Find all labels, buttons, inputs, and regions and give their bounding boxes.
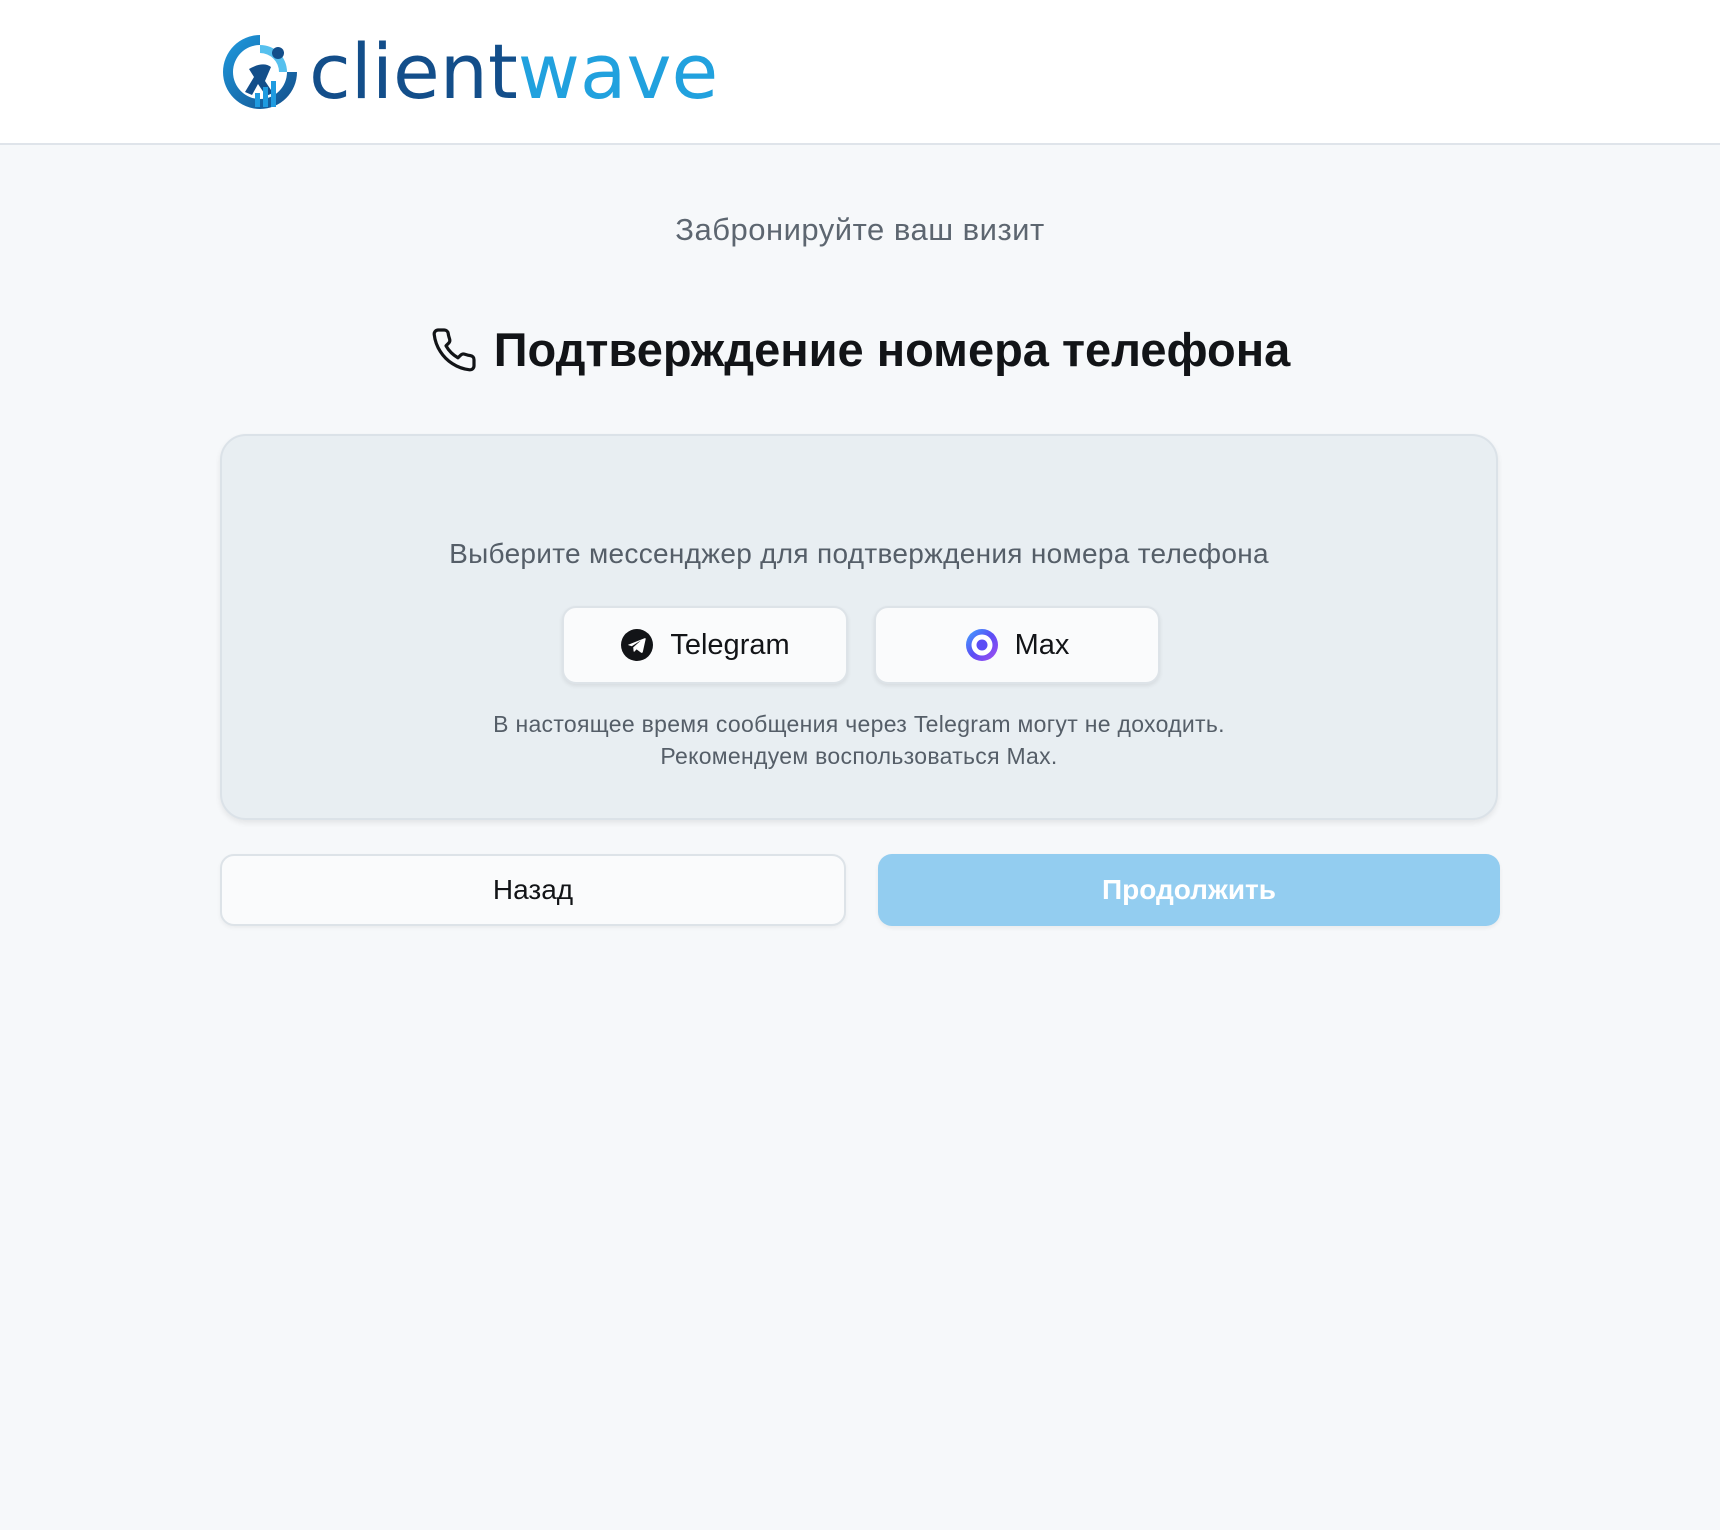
brand-name-part1: client <box>309 27 518 116</box>
phone-icon <box>432 327 476 371</box>
max-icon <box>965 629 998 661</box>
header: clientwave <box>0 0 1720 145</box>
page-subtitle: Забронируйте ваш визит <box>675 212 1045 247</box>
max-label: Max <box>1014 628 1070 661</box>
telegram-icon <box>621 629 654 661</box>
brand-name: clientwave <box>309 30 718 114</box>
max-button[interactable]: Max <box>874 606 1160 684</box>
delivery-note-line1: В настоящее время сообщения через Telegr… <box>493 711 1225 737</box>
logo-mark-icon <box>223 35 297 109</box>
delivery-note-line2: Рекомендуем воспользоваться Max. <box>660 743 1058 769</box>
brand-name-part2: wave <box>517 27 719 116</box>
brand-logo[interactable]: clientwave <box>219 30 718 114</box>
continue-button[interactable]: Продолжить <box>878 854 1500 926</box>
delivery-note: В настоящее время сообщения через Telegr… <box>222 708 1496 772</box>
page-heading: Подтверждение номера телефона <box>0 322 1720 377</box>
telegram-button[interactable]: Telegram <box>562 606 848 684</box>
messenger-prompt: Выберите мессенджер для подтверждения но… <box>449 538 1269 569</box>
messenger-card: Выберите мессенджер для подтверждения но… <box>220 434 1498 820</box>
back-button[interactable]: Назад <box>220 854 846 926</box>
telegram-label: Telegram <box>670 628 790 661</box>
page-title: Подтверждение номера телефона <box>493 323 1291 376</box>
